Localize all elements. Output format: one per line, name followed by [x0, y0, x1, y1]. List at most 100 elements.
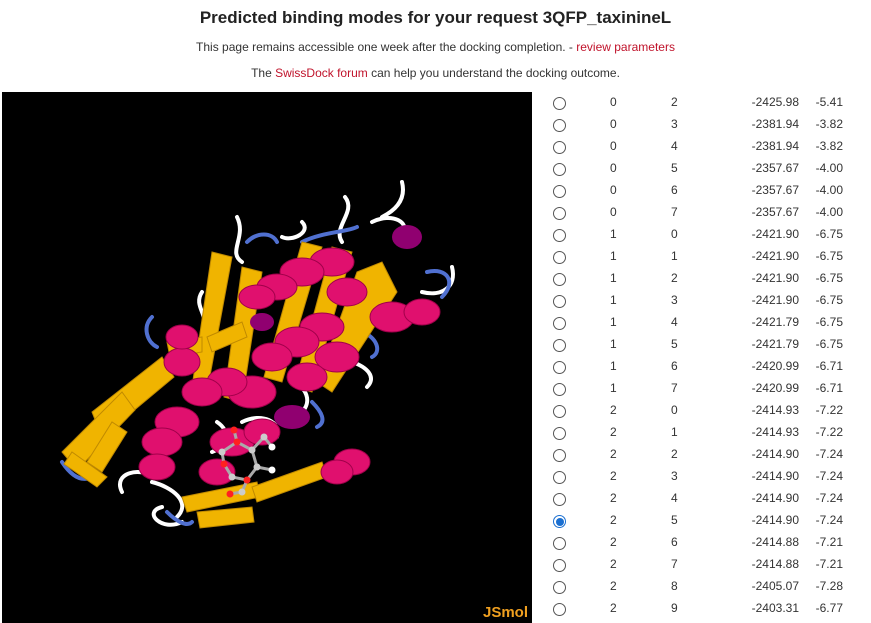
element-cell: 2: [671, 95, 678, 109]
result-row[interactable]: 0 2 -2425.98 -5.41: [536, 92, 871, 114]
select-radio[interactable]: [553, 251, 566, 264]
deltag-cell: -3.82: [815, 139, 843, 153]
fitness-cell: -2403.31: [751, 601, 799, 615]
fitness-cell: -2421.90: [751, 249, 799, 263]
cluster-cell: 1: [610, 249, 617, 263]
element-cell: 1: [671, 425, 678, 439]
result-row[interactable]: 1 4 -2421.79 -6.75: [536, 312, 871, 334]
result-row[interactable]: 1 3 -2421.90 -6.75: [536, 290, 871, 312]
deltag-cell: -7.24: [815, 447, 843, 461]
element-cell: 7: [671, 557, 678, 571]
select-radio[interactable]: [553, 97, 566, 110]
result-row[interactable]: 0 6 -2357.67 -4.00: [536, 180, 871, 202]
fitness-cell: -2420.99: [751, 359, 799, 373]
select-radio[interactable]: [553, 163, 566, 176]
result-row[interactable]: 1 7 -2420.99 -6.71: [536, 378, 871, 400]
cluster-cell: 1: [610, 293, 617, 307]
element-cell: 7: [671, 205, 678, 219]
cluster-cell: 1: [610, 227, 617, 241]
result-row[interactable]: 0 7 -2357.67 -4.00: [536, 202, 871, 224]
fitness-cell: -2357.67: [751, 205, 799, 219]
result-row[interactable]: 2 7 -2414.88 -7.21: [536, 554, 871, 576]
select-radio[interactable]: [553, 141, 566, 154]
accessibility-note-text: This page remains accessible one week af…: [196, 40, 577, 54]
deltag-cell: -6.75: [815, 249, 843, 263]
deltag-cell: -4.00: [815, 183, 843, 197]
select-radio[interactable]: [553, 581, 566, 594]
select-radio[interactable]: [553, 515, 566, 528]
element-cell: 6: [671, 359, 678, 373]
review-parameters-link[interactable]: review parameters: [576, 40, 675, 54]
cluster-cell: 2: [610, 579, 617, 593]
result-row[interactable]: 2 2 -2414.90 -7.24: [536, 444, 871, 466]
element-cell: 4: [671, 139, 678, 153]
result-row[interactable]: 2 9 -2403.31 -6.77: [536, 598, 871, 620]
fitness-cell: -2425.98: [751, 95, 799, 109]
select-radio[interactable]: [553, 361, 566, 374]
select-radio[interactable]: [553, 603, 566, 616]
result-row[interactable]: 2 4 -2414.90 -7.24: [536, 488, 871, 510]
result-row[interactable]: 1 6 -2420.99 -6.71: [536, 356, 871, 378]
result-row[interactable]: 2 5 -2414.90 -7.24: [536, 510, 871, 532]
element-cell: 2: [671, 447, 678, 461]
result-row[interactable]: 0 4 -2381.94 -3.82: [536, 136, 871, 158]
select-radio[interactable]: [553, 317, 566, 330]
result-row[interactable]: 1 5 -2421.79 -6.75: [536, 334, 871, 356]
deltag-cell: -4.00: [815, 205, 843, 219]
result-row[interactable]: 1 2 -2421.90 -6.75: [536, 268, 871, 290]
result-row[interactable]: 2 1 -2414.93 -7.22: [536, 422, 871, 444]
select-radio[interactable]: [553, 427, 566, 440]
element-cell: 6: [671, 535, 678, 549]
cluster-cell: 2: [610, 513, 617, 527]
fitness-cell: -2421.79: [751, 337, 799, 351]
element-cell: 3: [671, 117, 678, 131]
fitness-cell: -2357.67: [751, 183, 799, 197]
deltag-cell: -7.24: [815, 469, 843, 483]
select-radio[interactable]: [553, 229, 566, 242]
cluster-cell: 2: [610, 491, 617, 505]
select-radio[interactable]: [553, 119, 566, 132]
select-radio[interactable]: [553, 537, 566, 550]
select-radio[interactable]: [553, 493, 566, 506]
cluster-cell: 0: [610, 161, 617, 175]
element-cell: 2: [671, 271, 678, 285]
cluster-cell: 1: [610, 271, 617, 285]
select-radio[interactable]: [553, 207, 566, 220]
result-row[interactable]: 0 3 -2381.94 -3.82: [536, 114, 871, 136]
select-radio[interactable]: [553, 295, 566, 308]
deltag-cell: -6.71: [815, 359, 843, 373]
result-row[interactable]: 1 0 -2421.90 -6.75: [536, 224, 871, 246]
select-radio[interactable]: [553, 405, 566, 418]
select-radio[interactable]: [553, 383, 566, 396]
select-radio[interactable]: [553, 471, 566, 484]
cluster-cell: 2: [610, 469, 617, 483]
element-cell: 3: [671, 469, 678, 483]
forum-note-suffix: can help you understand the docking outc…: [367, 66, 620, 80]
page-title: Predicted binding modes for your request…: [199, 8, 672, 27]
deltag-cell: -6.77: [815, 601, 843, 615]
select-radio[interactable]: [553, 273, 566, 286]
element-cell: 9: [671, 601, 678, 615]
swissdock-forum-link[interactable]: SwissDock forum: [275, 66, 368, 80]
result-row[interactable]: 1 1 -2421.90 -6.75: [536, 246, 871, 268]
cluster-cell: 1: [610, 337, 617, 351]
result-row[interactable]: 2 0 -2414.93 -7.22: [536, 400, 871, 422]
element-cell: 4: [671, 315, 678, 329]
result-row[interactable]: 0 5 -2357.67 -4.00: [536, 158, 871, 180]
result-row[interactable]: 2 3 -2414.90 -7.24: [536, 466, 871, 488]
fitness-cell: -2357.67: [751, 161, 799, 175]
result-row[interactable]: 2 8 -2405.07 -7.28: [536, 576, 871, 598]
element-cell: 0: [671, 403, 678, 417]
cluster-cell: 2: [610, 557, 617, 571]
select-radio[interactable]: [553, 449, 566, 462]
jsmol-viewer[interactable]: JSmol: [2, 92, 532, 623]
select-radio[interactable]: [553, 339, 566, 352]
select-radio[interactable]: [553, 559, 566, 572]
element-cell: 0: [671, 227, 678, 241]
result-row[interactable]: 2 6 -2414.88 -7.21: [536, 532, 871, 554]
element-cell: 8: [671, 579, 678, 593]
cluster-cell: 1: [610, 315, 617, 329]
deltag-cell: -7.22: [815, 403, 843, 417]
select-radio[interactable]: [553, 185, 566, 198]
deltag-cell: -7.24: [815, 491, 843, 505]
